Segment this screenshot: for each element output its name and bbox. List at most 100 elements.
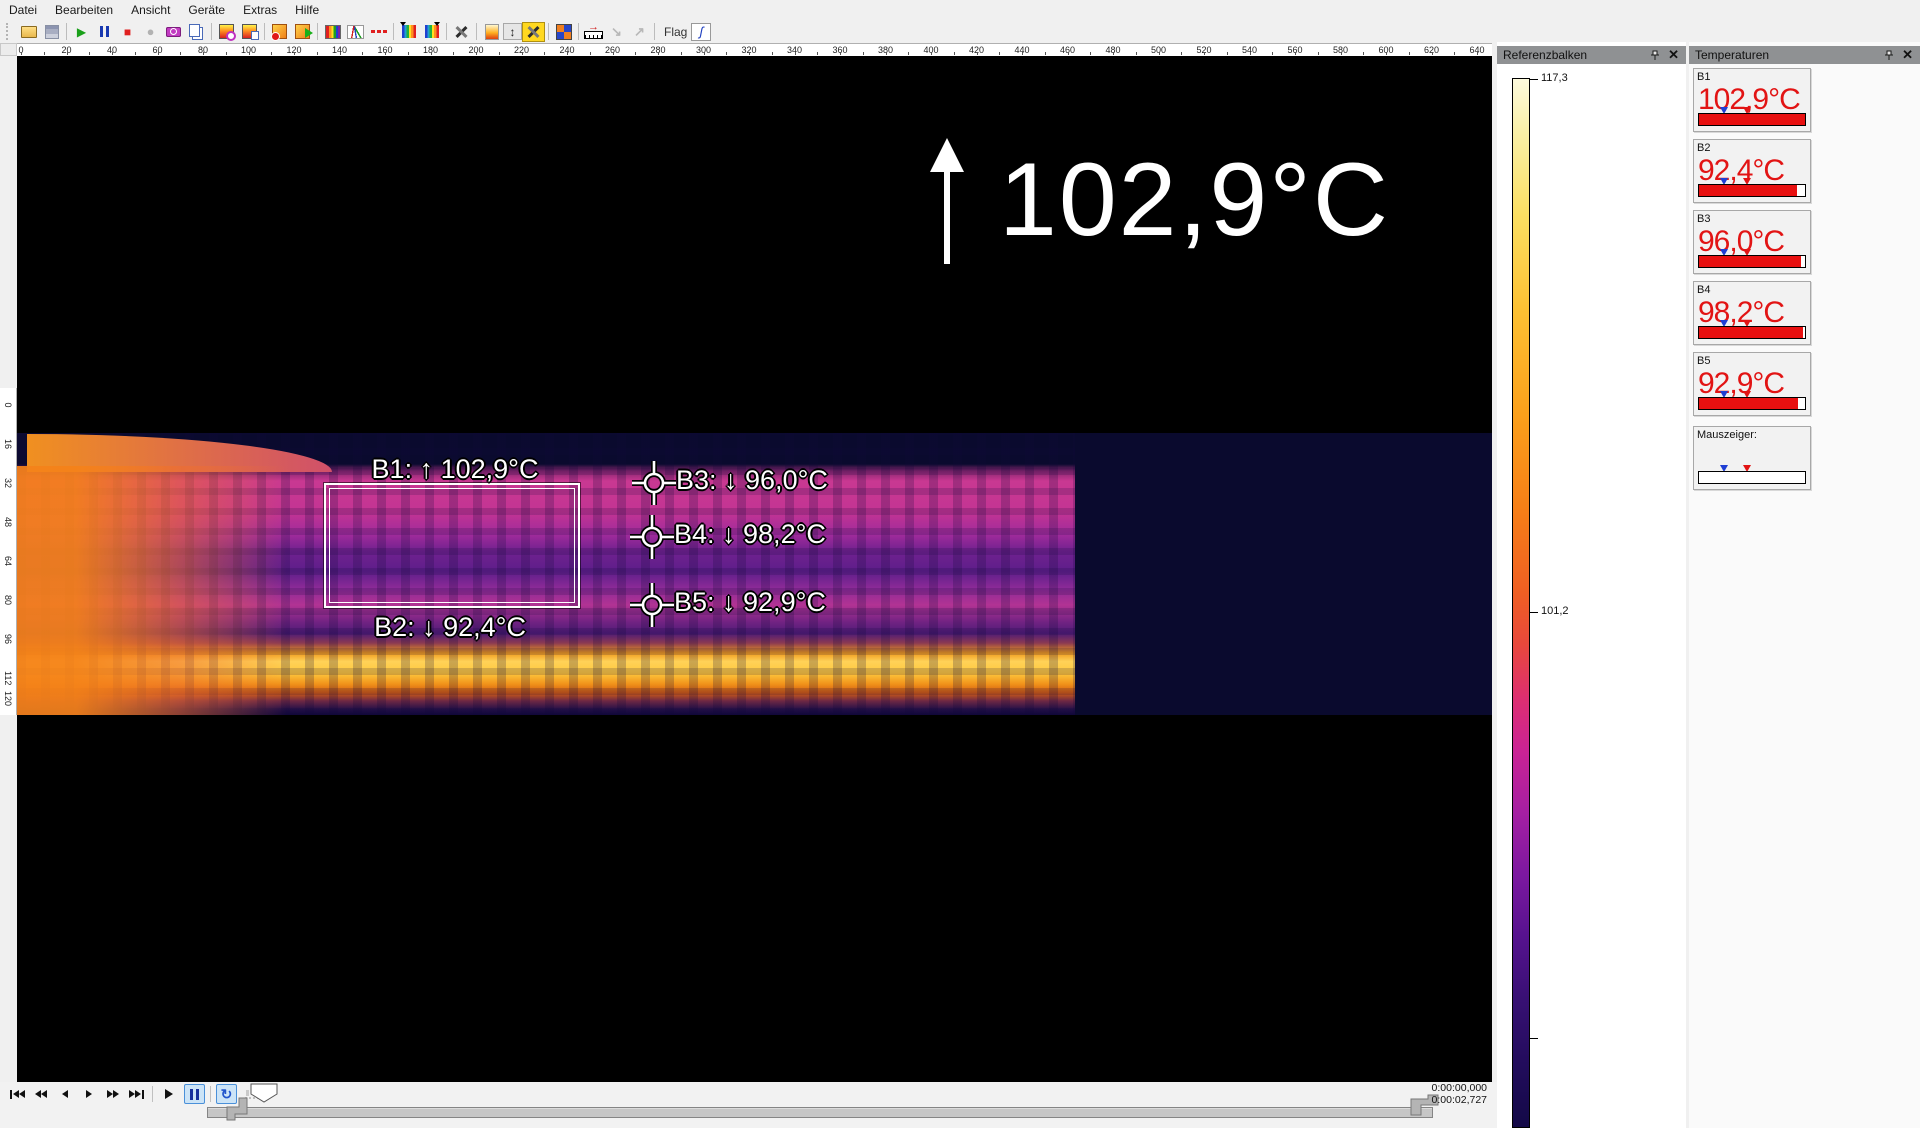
ruler-tick — [1341, 52, 1342, 55]
ruler-tick — [863, 52, 864, 55]
close-icon[interactable]: ✕ — [1668, 50, 1679, 60]
camera-icon[interactable] — [162, 22, 185, 42]
measure-area-b1-rect[interactable] — [324, 483, 580, 608]
temperature-box-b2: B2 92,4°C — [1693, 139, 1811, 203]
ruler-tick — [1363, 52, 1364, 55]
play-button[interactable] — [158, 1084, 179, 1104]
playbar-separator — [152, 1086, 153, 1102]
temp-bar — [1698, 326, 1806, 339]
toolbar-grip — [6, 23, 12, 40]
ruler-tick — [158, 52, 159, 55]
ruler-tick — [1181, 52, 1182, 55]
timeline-track[interactable] — [207, 1107, 1433, 1118]
stop-icon[interactable]: ■ — [116, 22, 139, 42]
measure-spot-b5[interactable]: B5: ↓ 92,9°C — [628, 581, 676, 629]
export-down-icon[interactable]: ↘ — [605, 22, 628, 42]
rewind-button[interactable] — [30, 1084, 51, 1104]
step-forward-button[interactable] — [78, 1084, 99, 1104]
thermal-image-view[interactable]: 102,9°C B1: ↑ 102,9°C B2: ↓ 92,4°C B3: ↓… — [17, 56, 1492, 1082]
pause-icon[interactable] — [93, 22, 116, 42]
mouse-pointer-box: Mauszeiger: — [1693, 426, 1811, 490]
curves-icon[interactable] — [344, 22, 367, 42]
menu-bearbeiten[interactable]: Bearbeiten — [46, 1, 122, 19]
up-arrow-icon — [925, 136, 969, 266]
histogram-right-icon[interactable] — [420, 22, 443, 42]
menu-extras[interactable]: Extras — [234, 1, 286, 19]
thermal-copy-icon[interactable] — [238, 22, 261, 42]
measure-spot-b4[interactable]: B4: ↓ 98,2°C — [628, 513, 676, 561]
ruler-arrow-icon[interactable]: → — [582, 22, 605, 42]
flag-tool-icon[interactable]: ʃ — [691, 23, 711, 41]
crosshair-icon — [628, 513, 676, 561]
panel-title-text: Temperaturen — [1689, 48, 1884, 62]
toolbar-separator — [211, 23, 212, 40]
pause-button[interactable] — [184, 1084, 205, 1104]
menu-ansicht[interactable]: Ansicht — [122, 1, 179, 19]
menu-hilfe[interactable]: Hilfe — [286, 1, 328, 19]
fit-vertical-icon[interactable]: ↕ — [503, 23, 522, 40]
ruler-tick — [499, 52, 500, 55]
ruler-tick — [840, 52, 841, 55]
reference-tick-max: 117,3 — [1530, 79, 1538, 80]
skip-end-button[interactable] — [126, 1084, 147, 1104]
palette-icon[interactable] — [321, 22, 344, 42]
skip-start-button[interactable] — [6, 1084, 27, 1104]
toolbar-separator — [66, 23, 67, 40]
red-dashes-icon[interactable] — [367, 22, 390, 42]
tools-yellow-icon[interactable] — [522, 22, 545, 42]
play-icon[interactable]: ▶ — [70, 22, 93, 42]
copy-icon[interactable] — [185, 22, 208, 42]
reference-color-bar[interactable] — [1512, 78, 1530, 1128]
temp-value: 98,2°C — [1698, 296, 1784, 330]
ruler-tick — [590, 52, 591, 55]
ruler-tick — [317, 52, 318, 55]
tools-icon[interactable] — [450, 22, 473, 42]
ruler-tick — [249, 52, 250, 55]
export-up-icon[interactable]: ↗ — [628, 22, 651, 42]
open-file-icon[interactable] — [17, 22, 40, 42]
ruler-tick — [1159, 52, 1160, 55]
panel-title-text: Referenzbalken — [1497, 48, 1650, 62]
menu-geraete[interactable]: Geräte — [179, 1, 234, 19]
step-back-button[interactable] — [54, 1084, 75, 1104]
ruler-tick — [1477, 52, 1478, 55]
thermal-search-icon[interactable] — [215, 22, 238, 42]
reference-tick-low — [1530, 1038, 1538, 1039]
save-icon[interactable] — [40, 22, 63, 42]
time-total: 0:00:02,727 — [1432, 1094, 1487, 1106]
toolbar-separator — [654, 23, 655, 40]
temp-bar — [1698, 184, 1806, 197]
ruler-tick — [1272, 52, 1273, 55]
measure-spot-b3[interactable]: B3: ↓ 96,0°C — [630, 459, 678, 507]
image-green-play-icon[interactable] — [291, 22, 314, 42]
ruler-label: 80 — [3, 593, 13, 607]
tile-icon[interactable] — [552, 22, 575, 42]
histogram-left-icon[interactable] — [397, 22, 420, 42]
ruler-tick — [431, 52, 432, 55]
ruler-tick — [226, 52, 227, 55]
image-red-dot-icon[interactable] — [268, 22, 291, 42]
toolbar-separator — [317, 23, 318, 40]
ruler-tick — [112, 52, 113, 55]
ruler-tick — [1045, 52, 1046, 55]
temperature-box-b1: B1 102,9°C — [1693, 68, 1811, 132]
ruler-tick — [135, 52, 136, 55]
temp-label: B4 — [1697, 284, 1710, 296]
ruler-tick — [567, 52, 568, 55]
gradient-icon[interactable] — [480, 22, 503, 42]
timeline-start-marker[interactable] — [226, 1097, 266, 1121]
close-icon[interactable]: ✕ — [1902, 50, 1913, 60]
fast-forward-button[interactable] — [102, 1084, 123, 1104]
menu-datei[interactable]: Datei — [0, 1, 46, 19]
toolbar: ▶■●↕→↘↗Flagʃ — [0, 20, 1920, 43]
record-icon[interactable]: ● — [139, 22, 162, 42]
toolbar-separator — [548, 23, 549, 40]
ruler-tick — [999, 52, 1000, 55]
pin-icon[interactable] — [1650, 50, 1660, 61]
measure-spot-b5-label: B5: ↓ 92,9°C — [674, 587, 826, 618]
temp-bar-fill — [1699, 256, 1801, 267]
temp-value: 92,9°C — [1698, 367, 1784, 401]
ruler-tick — [1068, 52, 1069, 55]
pin-icon[interactable] — [1884, 50, 1894, 61]
ruler-tick — [1295, 52, 1296, 55]
